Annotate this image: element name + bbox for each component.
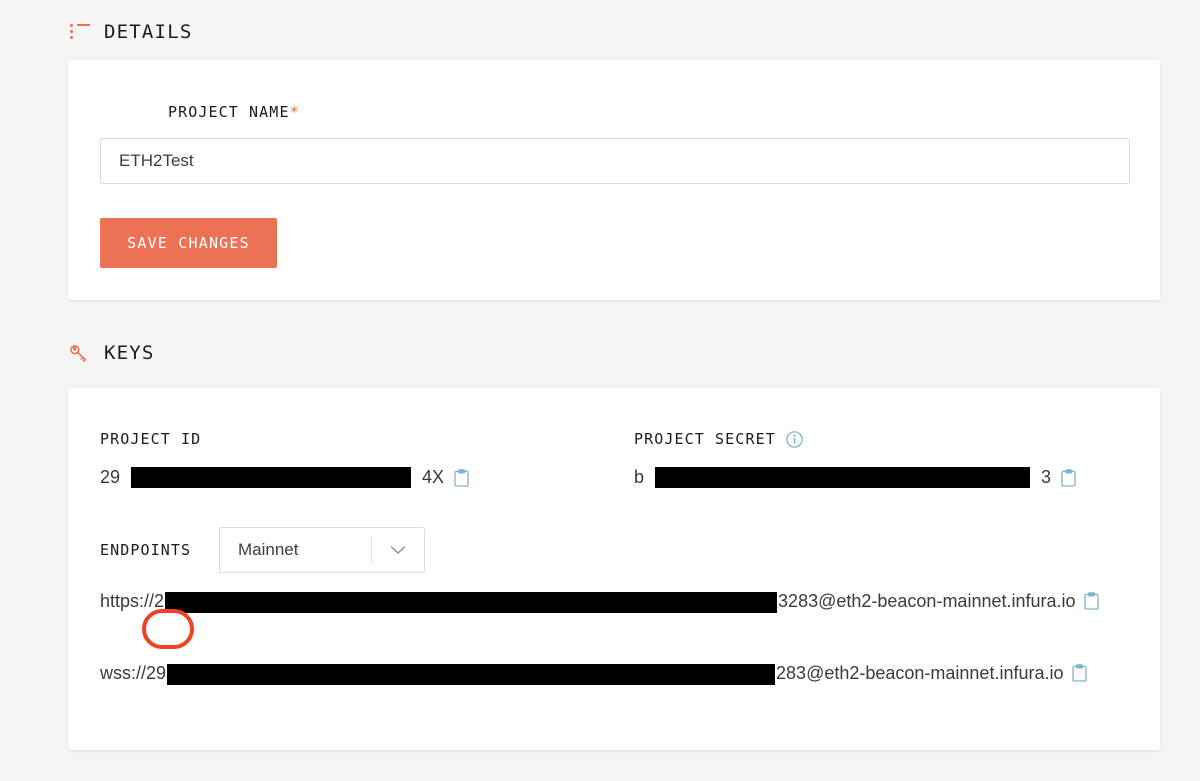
project-name-label-text: PROJECT NAME [168, 103, 290, 121]
endpoint-wss-suffix: 283@eth2-beacon-mainnet.infura.io [776, 663, 1064, 683]
project-id-suffix: 4X [422, 467, 445, 487]
network-select[interactable]: Mainnet [219, 527, 425, 573]
details-section-header: DETAILS [70, 21, 192, 43]
project-id-label: PROJECT ID [100, 430, 202, 448]
chevron-down-icon[interactable] [372, 545, 424, 555]
copy-endpoint-wss-icon[interactable] [1071, 661, 1087, 682]
project-id-value-row: 29 4X [100, 467, 469, 488]
copy-project-id-icon[interactable] [454, 468, 469, 487]
keys-header-label: KEYS [104, 342, 155, 364]
project-secret-label-text: PROJECT SECRET [634, 430, 776, 448]
endpoint-wss-prefix: wss://29 [100, 663, 167, 683]
endpoint-https-prefix: https://2 [100, 591, 165, 611]
project-secret-prefix: b [634, 467, 645, 487]
network-select-value: Mainnet [238, 540, 299, 559]
project-secret-redaction [655, 467, 1031, 488]
endpoints-label: ENDPOINTS [100, 541, 192, 559]
project-secret-label: PROJECT SECRET [634, 430, 803, 448]
endpoint-wss-row: wss://29 283@eth2-beacon-mainnet.infura.i… [100, 658, 1130, 688]
key-icon [68, 342, 90, 364]
required-marker: * [289, 103, 300, 121]
endpoint-wss-redaction [167, 663, 776, 685]
project-id-redaction [131, 467, 412, 488]
list-icon [70, 24, 90, 40]
project-name-label: PROJECT NAME* [168, 103, 300, 121]
endpoint-https-suffix: 3283@eth2-beacon-mainnet.infura.io [778, 591, 1076, 611]
project-secret-suffix: 3 [1041, 467, 1052, 487]
endpoint-https-redaction [165, 591, 778, 613]
info-icon[interactable] [786, 430, 803, 448]
project-name-input[interactable] [100, 138, 1130, 184]
copy-endpoint-https-icon[interactable] [1083, 589, 1099, 610]
page-root: DETAILS PROJECT NAME* SAVE CHANGES KEYS … [0, 0, 1200, 781]
project-id-prefix: 29 [100, 467, 121, 487]
endpoint-https-row: https://2 3283@eth2-beacon-mainnet.infura… [100, 586, 1130, 616]
keys-section-header: KEYS [68, 342, 155, 364]
project-secret-value-row: b3 [634, 467, 1076, 488]
copy-project-secret-icon[interactable] [1061, 468, 1076, 487]
save-changes-button[interactable]: SAVE CHANGES [100, 218, 277, 268]
details-header-label: DETAILS [104, 21, 193, 43]
